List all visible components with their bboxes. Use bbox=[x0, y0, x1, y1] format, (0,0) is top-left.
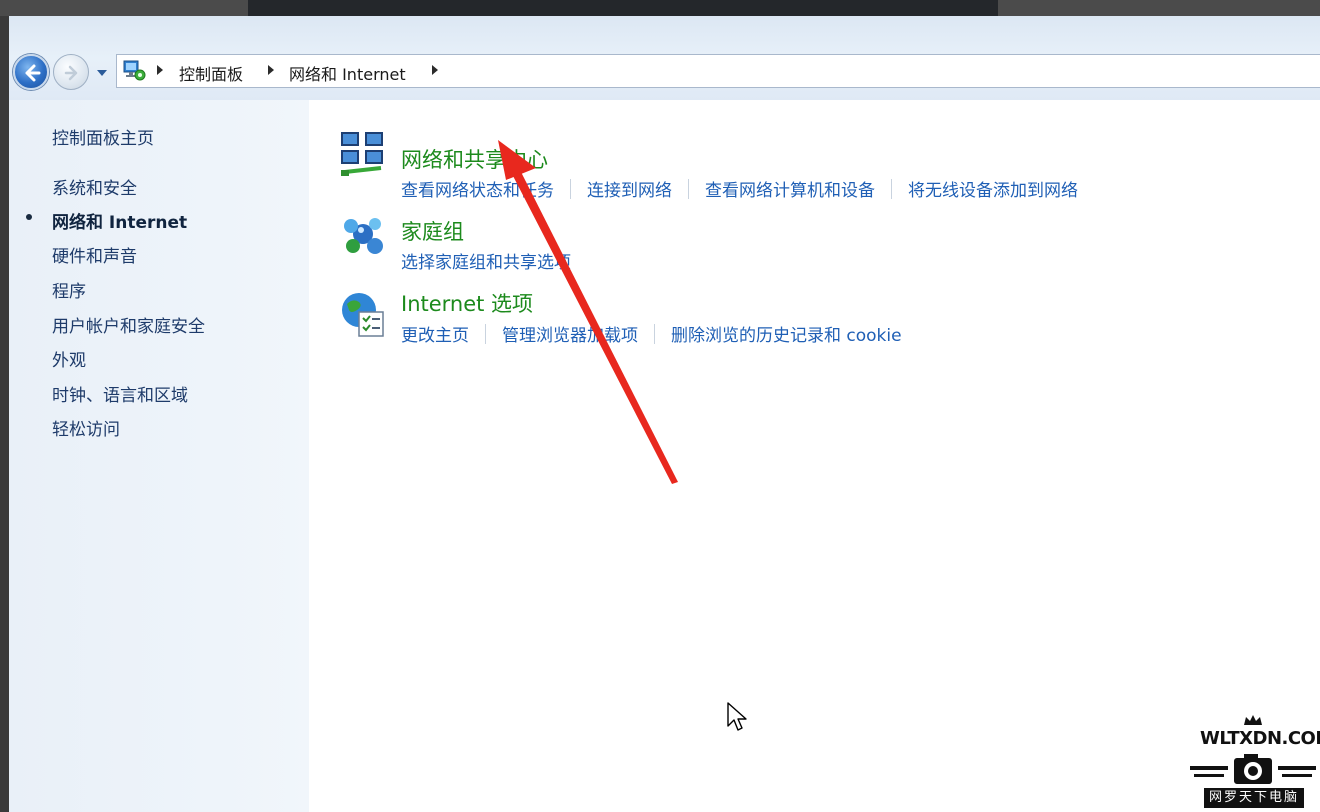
link-add-wireless-device[interactable]: 将无线设备添加到网络 bbox=[908, 176, 1078, 201]
background-taskbar-left bbox=[0, 0, 248, 16]
breadcrumb-separator-icon[interactable] bbox=[157, 65, 163, 75]
internet-options-icon[interactable] bbox=[337, 288, 389, 340]
link-delete-browsing-history[interactable]: 删除浏览的历史记录和 cookie bbox=[671, 321, 902, 346]
sidebar-home-link[interactable]: 控制面板主页 bbox=[52, 124, 154, 149]
sidebar: 控制面板主页 系统和安全 网络和 Internet 硬件和声音 程序 用户帐户和… bbox=[9, 100, 309, 812]
main-content: 网络和共享中心 查看网络状态和任务 连接到网络 查看网络计算机和设备 将无线设备… bbox=[309, 100, 1320, 812]
navigation-bar: 控制面板 网络和 Internet bbox=[9, 16, 1320, 100]
watermark-title: WLTXDN.COM bbox=[1200, 728, 1320, 749]
sidebar-item-appearance[interactable]: 外观 bbox=[52, 346, 86, 371]
back-arrow-icon bbox=[25, 64, 41, 82]
breadcrumb-network-internet[interactable]: 网络和 Internet bbox=[289, 61, 406, 85]
sidebar-item-system-security[interactable]: 系统和安全 bbox=[52, 174, 137, 199]
control-panel-icon bbox=[123, 60, 146, 81]
sidebar-item-clock-language-region[interactable]: 时钟、语言和区域 bbox=[52, 381, 188, 406]
link-divider bbox=[654, 323, 655, 344]
homegroup-icon[interactable] bbox=[337, 208, 389, 260]
background-taskbar-right bbox=[998, 0, 1320, 16]
watermark-logo: WLTXDN.COM 网罗天下电脑 bbox=[1186, 712, 1320, 812]
forward-button[interactable] bbox=[53, 54, 89, 90]
link-connect-to-network[interactable]: 连接到网络 bbox=[587, 176, 672, 201]
category-title-network-sharing-center[interactable]: 网络和共享中心 bbox=[401, 144, 548, 174]
category-title-homegroup[interactable]: 家庭组 bbox=[401, 216, 464, 246]
category-title-internet-options[interactable]: Internet 选项 bbox=[401, 288, 533, 318]
sidebar-item-hardware-sound[interactable]: 硬件和声音 bbox=[52, 242, 137, 267]
address-bar[interactable]: 控制面板 网络和 Internet bbox=[116, 54, 1320, 88]
category-links-internet-options: 更改主页 管理浏览器加载项 删除浏览的历史记录和 cookie bbox=[401, 321, 902, 346]
control-panel-window: 控制面板 网络和 Internet 控制面板主页 系统和安全 网络和 Inter… bbox=[9, 16, 1320, 812]
link-manage-addons[interactable]: 管理浏览器加载项 bbox=[502, 321, 638, 346]
link-divider bbox=[891, 178, 892, 199]
link-divider bbox=[485, 323, 486, 344]
background-window-edge bbox=[248, 0, 998, 16]
sidebar-item-programs[interactable]: 程序 bbox=[52, 277, 86, 302]
link-homegroup-sharing-options[interactable]: 选择家庭组和共享选项 bbox=[401, 248, 571, 273]
link-change-home-page[interactable]: 更改主页 bbox=[401, 321, 469, 346]
link-divider bbox=[570, 178, 571, 199]
crown-icon bbox=[1244, 715, 1262, 725]
link-divider bbox=[688, 178, 689, 199]
sidebar-item-ease-of-access[interactable]: 轻松访问 bbox=[52, 415, 120, 440]
link-view-network-status[interactable]: 查看网络状态和任务 bbox=[401, 176, 554, 201]
sidebar-item-user-accounts[interactable]: 用户帐户和家庭安全 bbox=[52, 312, 205, 337]
category-links-network-sharing-center: 查看网络状态和任务 连接到网络 查看网络计算机和设备 将无线设备添加到网络 bbox=[401, 176, 1078, 201]
current-item-bullet-icon bbox=[26, 214, 32, 220]
forward-arrow-icon bbox=[64, 65, 78, 81]
breadcrumb-separator-icon[interactable] bbox=[268, 65, 274, 75]
back-button[interactable] bbox=[13, 54, 49, 90]
mouse-cursor-icon bbox=[727, 702, 747, 731]
category-links-homegroup: 选择家庭组和共享选项 bbox=[401, 248, 571, 273]
recent-pages-chevron-icon[interactable] bbox=[96, 68, 108, 78]
sidebar-item-network-internet: 网络和 Internet bbox=[52, 213, 188, 233]
camera-icon bbox=[1190, 754, 1316, 784]
breadcrumb-separator-icon[interactable] bbox=[432, 65, 438, 75]
watermark-subtitle: 网罗天下电脑 bbox=[1204, 788, 1304, 808]
breadcrumb-control-panel[interactable]: 控制面板 bbox=[179, 61, 243, 85]
link-view-network-computers[interactable]: 查看网络计算机和设备 bbox=[705, 176, 875, 201]
network-sharing-center-icon[interactable] bbox=[337, 128, 389, 180]
